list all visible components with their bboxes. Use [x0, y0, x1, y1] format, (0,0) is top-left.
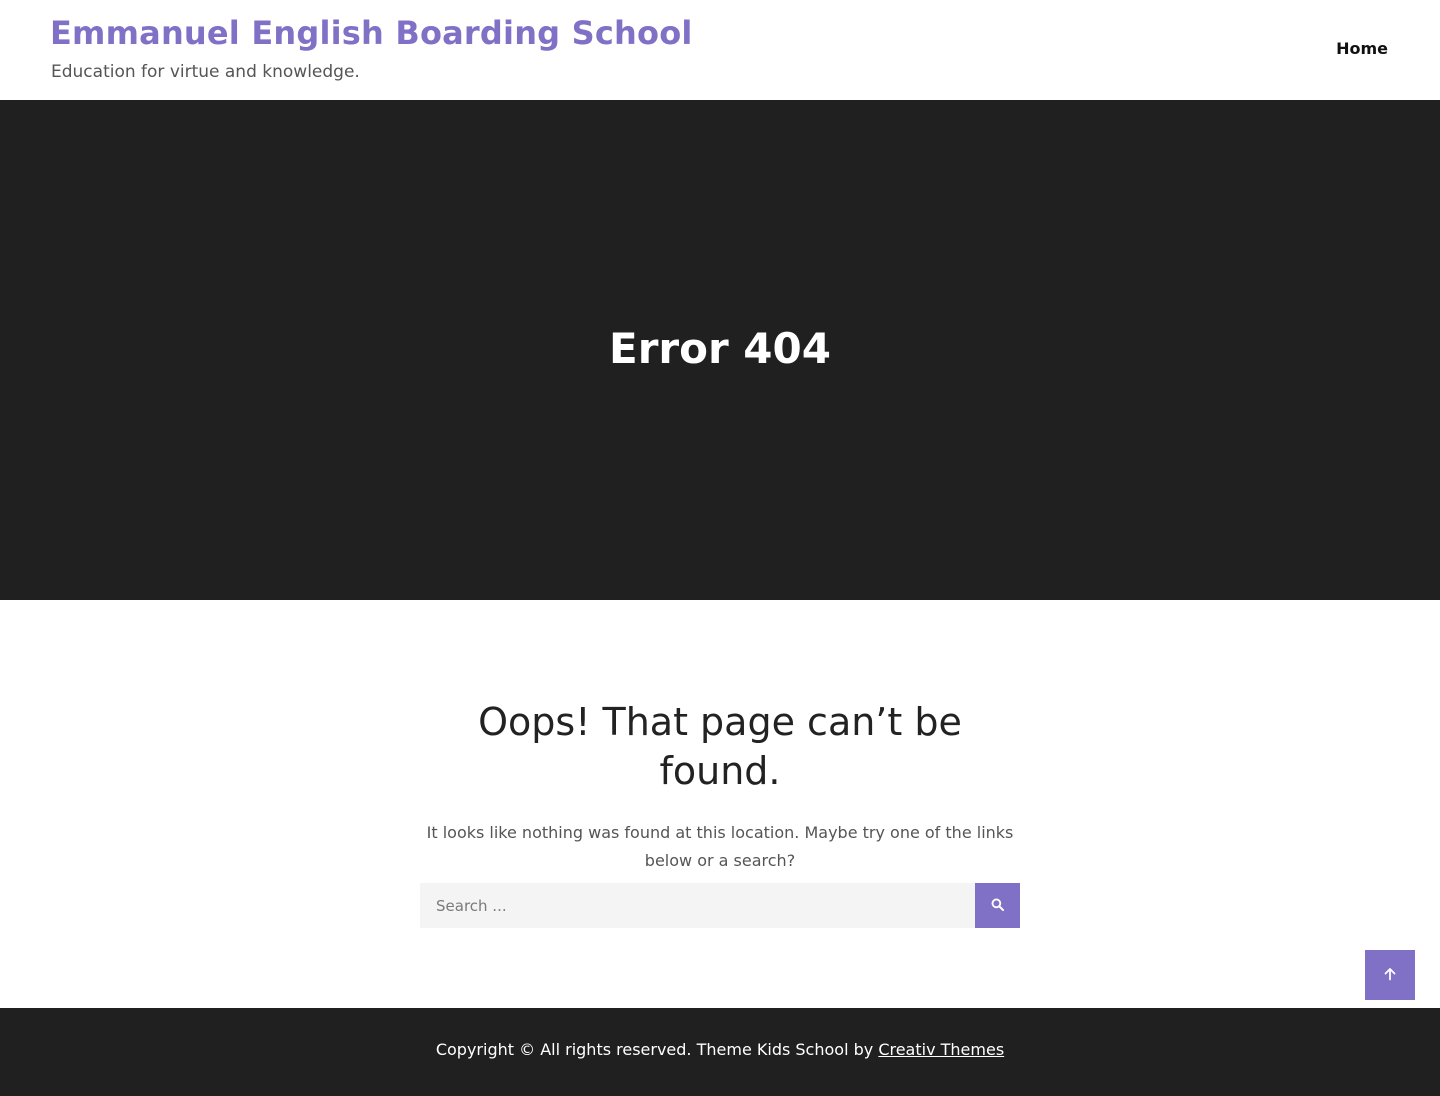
- search-form: [420, 883, 1020, 928]
- search-icon: [991, 898, 1005, 914]
- site-footer: Copyright © All rights reserved. Theme K…: [0, 1008, 1440, 1096]
- site-title[interactable]: Emmanuel English Boarding School: [50, 14, 693, 52]
- page-banner: Error 404: [0, 100, 1440, 600]
- arrow-up-icon: [1384, 966, 1396, 985]
- page-title: Error 404: [609, 324, 831, 373]
- copyright-text: Copyright © All rights reserved. Theme K…: [435, 1040, 879, 1059]
- site-header: Emmanuel English Boarding School Educati…: [0, 0, 1440, 100]
- copyright: Copyright © All rights reserved. Theme K…: [0, 1040, 1440, 1059]
- not-found-heading: Oops! That page can’t be found.: [478, 700, 962, 793]
- nav-home-link[interactable]: Home: [1336, 39, 1388, 58]
- search-input[interactable]: [420, 883, 975, 928]
- creativ-themes-link[interactable]: Creativ Themes: [878, 1040, 1004, 1059]
- back-to-top-button[interactable]: [1365, 950, 1415, 1000]
- site-tagline: Education for virtue and knowledge.: [51, 62, 360, 82]
- error-content: Oops! That page can’t be found. It looks…: [420, 698, 1020, 875]
- search-button[interactable]: [975, 883, 1020, 928]
- not-found-message: It looks like nothing was found at this …: [426, 823, 1014, 870]
